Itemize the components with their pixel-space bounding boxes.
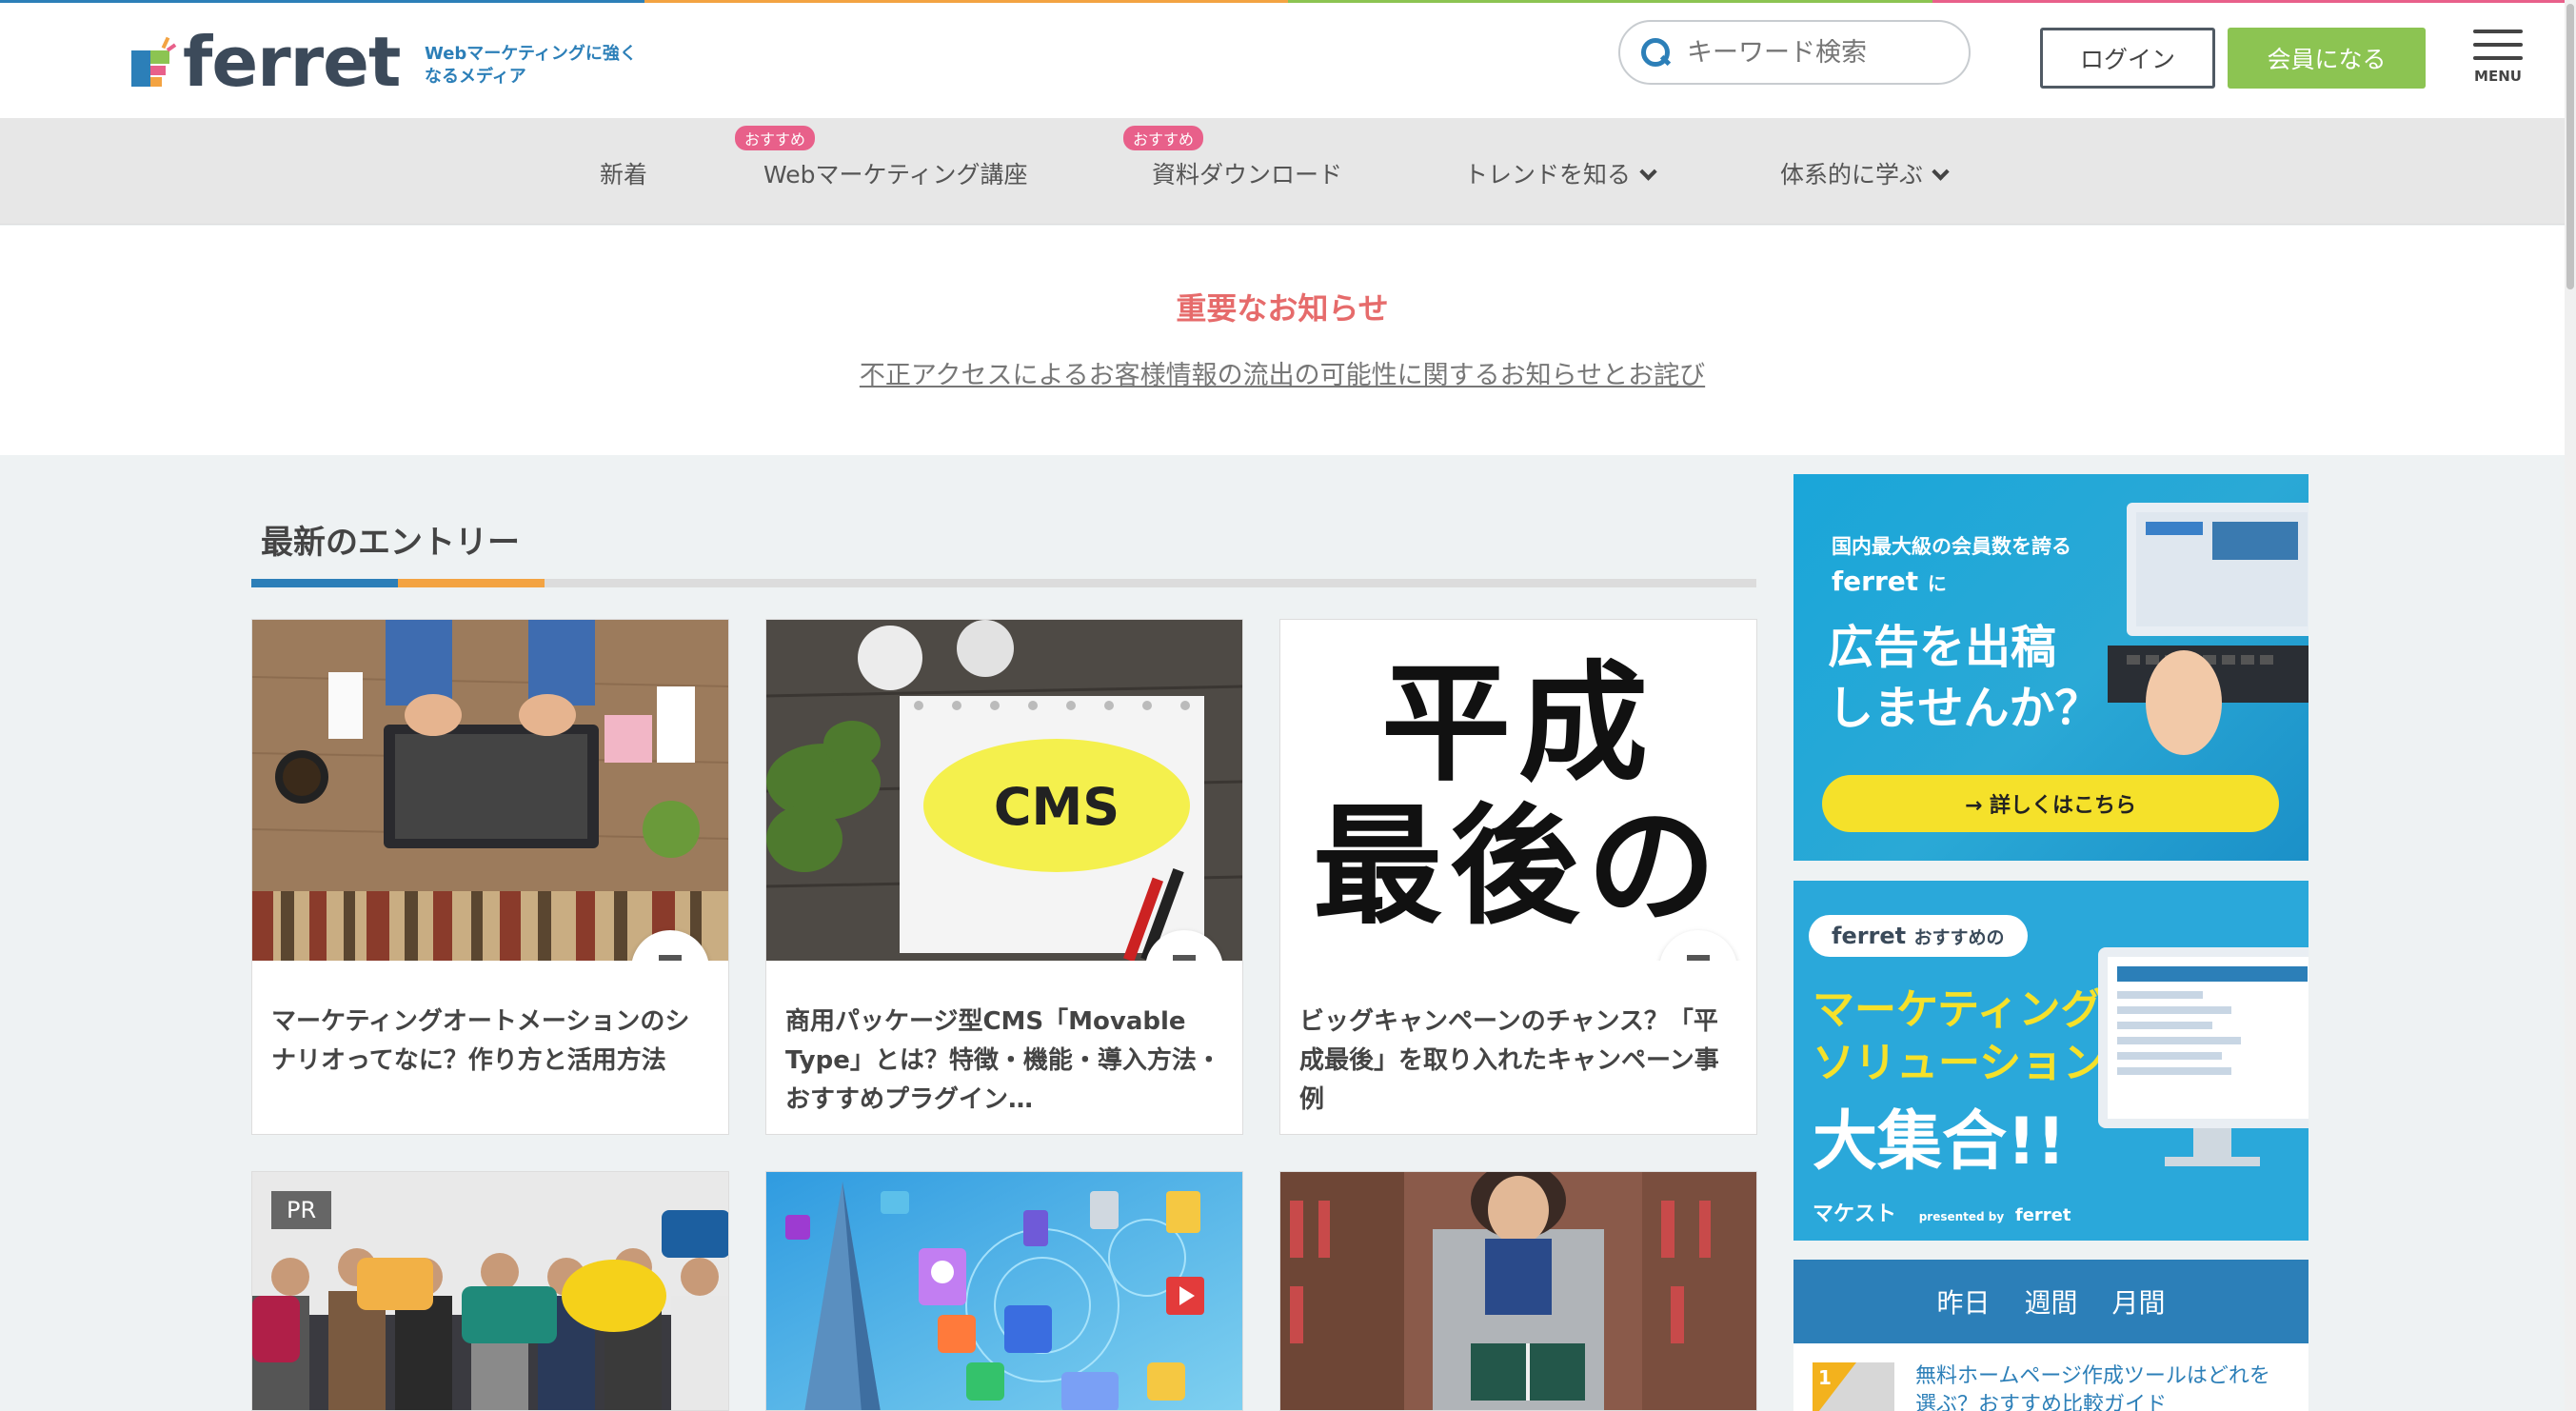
notice-link[interactable]: 不正アクセスによるお客様情報の流出の可能性に関するお知らせとお詫び — [0, 354, 2565, 391]
ad-banner-advertise[interactable]: 国内最大級の会員数を誇る ferret に 広告を出稿 しませんか？ → 詳しく… — [1793, 474, 2308, 861]
section-title: 最新のエントリー — [261, 524, 520, 562]
article-title[interactable]: マーケティングオートメーションのシナリオってなに？作り方と活用方法 — [252, 961, 728, 1134]
section-underline — [251, 579, 1756, 587]
notice-title: 重要なお知らせ — [1176, 290, 1389, 327]
ad1-headline-1: 広告を出稿 — [1828, 621, 2057, 674]
article-title[interactable]: ビッグキャンペーンのチャンス？「平成最後」を取り入れたキャンペーン事例 — [1280, 961, 1756, 1134]
hamburger-icon — [2473, 30, 2523, 33]
ranking-widget: 昨日 週間 月間 1 無料ホームページ作成ツールはどれを選ぶ？おすすめ比較ガイド — [1793, 1260, 2308, 1411]
ad2-headline-1: マーケティング — [1813, 985, 2103, 1034]
bookmark-icon — [1173, 955, 1196, 961]
article-card[interactable]: マーケティングオートメーションのシナリオってなに？作り方と活用方法 — [251, 619, 729, 1135]
article-card[interactable] — [765, 1171, 1243, 1411]
ad2-brand: ferret — [1832, 923, 1907, 949]
article-thumbnail[interactable] — [252, 620, 728, 961]
article-card[interactable]: CMS 商用パッケージ型CMS「Movable Type」とは？特徴・機能・導入… — [765, 619, 1243, 1135]
main-nav: 新着 おすすめ Webマーケティング講座 おすすめ 資料ダウンロード トレンドを… — [0, 118, 2565, 225]
recommended-badge: おすすめ — [735, 126, 816, 150]
search-input[interactable] — [1687, 37, 1953, 68]
bookmark-icon — [1687, 955, 1710, 961]
ferret-logo-icon — [131, 36, 177, 87]
monitor-illustration — [2098, 947, 2308, 1166]
article-card-pr[interactable]: PR — [251, 1171, 729, 1411]
recommended-badge: おすすめ — [1123, 126, 1204, 150]
nav-item-learn[interactable]: 体系的に学ぶ — [1780, 156, 1950, 190]
cms-image-text: CMS — [994, 777, 1120, 837]
logo-wordmark: ferret — [183, 22, 401, 102]
site-logo[interactable]: ferret — [131, 22, 401, 102]
ad2-headline-3: 大集合!! — [1813, 1104, 2067, 1180]
pr-tag: PR — [271, 1191, 332, 1229]
ad1-cta-button[interactable]: → 詳しくはこちら — [1822, 775, 2279, 832]
nav-item-new[interactable]: 新着 — [600, 156, 647, 190]
important-notice: 重要なお知らせ 不正アクセスによるお客様情報の流出の可能性に関するお知らせとお詫… — [0, 226, 2565, 455]
tab-weekly[interactable]: 週間 — [2024, 1282, 2077, 1321]
article-title[interactable]: 商用パッケージ型CMS「Movable Type」とは？特徴・機能・導入方法・お… — [766, 961, 1242, 1134]
nav-item-trends[interactable]: トレンドを知る — [1464, 156, 1657, 190]
search-box[interactable] — [1618, 20, 1971, 85]
ad1-headline-2: しませんか？ — [1828, 682, 2101, 735]
ad1-brand: ferret — [1832, 566, 1919, 597]
article-thumbnail[interactable]: 平成 最後の — [1280, 620, 1756, 961]
article-card[interactable]: 平成 最後の ビッグキャンペーンのチャンス？「平成最後」を取り入れたキャンペーン… — [1279, 619, 1757, 1135]
saigo-image-text: 最後の — [1313, 790, 1724, 943]
ad2-footer-brand: マケスト — [1813, 1202, 1897, 1226]
chevron-down-icon — [1639, 163, 1657, 181]
site-tagline: Webマーケティングに強くなるメディア — [425, 44, 637, 87]
join-button[interactable]: 会員になる — [2228, 28, 2426, 89]
page-scrollbar[interactable] — [2565, 0, 2576, 1411]
site-header: ferret Webマーケティングに強くなるメディア ログイン 会員になる ME… — [0, 3, 2565, 118]
laptop-illustration — [2108, 503, 2308, 755]
ad2-headline-2: ソリューション — [1813, 1039, 2106, 1087]
tab-yesterday[interactable]: 昨日 — [1936, 1282, 1990, 1321]
ranking-item[interactable]: 1 無料ホームページ作成ツールはどれを選ぶ？おすすめ比較ガイド — [1813, 1362, 2277, 1411]
heisei-image-text: 平成 — [1381, 647, 1655, 800]
bookmark-icon — [659, 955, 682, 961]
tab-monthly[interactable]: 月間 — [2112, 1282, 2166, 1321]
article-card[interactable] — [1279, 1171, 1757, 1411]
menu-label: MENU — [2474, 68, 2522, 85]
ranking-title[interactable]: 無料ホームページ作成ツールはどれを選ぶ？おすすめ比較ガイド — [1915, 1362, 2277, 1411]
nav-item-downloads[interactable]: おすすめ 資料ダウンロード — [1123, 126, 1342, 190]
nav-item-web-marketing-course[interactable]: おすすめ Webマーケティング講座 — [735, 126, 1028, 190]
article-thumbnail[interactable]: PR — [252, 1172, 728, 1410]
article-thumbnail[interactable] — [766, 1172, 1242, 1410]
login-button[interactable]: ログイン — [2040, 28, 2215, 89]
ad1-line1: 国内最大級の会員数を誇る — [1832, 535, 2071, 558]
article-thumbnail[interactable] — [1280, 1172, 1756, 1410]
ad-banner-solutions[interactable]: ferret おすすめの マーケティング ソリューション 大集合!! マケスト … — [1793, 881, 2308, 1241]
article-thumbnail[interactable]: CMS — [766, 620, 1242, 961]
scrollbar-thumb[interactable] — [2566, 4, 2574, 289]
search-icon[interactable] — [1639, 36, 1672, 69]
hamburger-menu-button[interactable]: MENU — [2471, 30, 2525, 85]
chevron-down-icon — [1932, 163, 1950, 181]
ranking-tabs: 昨日 週間 月間 — [1793, 1260, 2308, 1343]
